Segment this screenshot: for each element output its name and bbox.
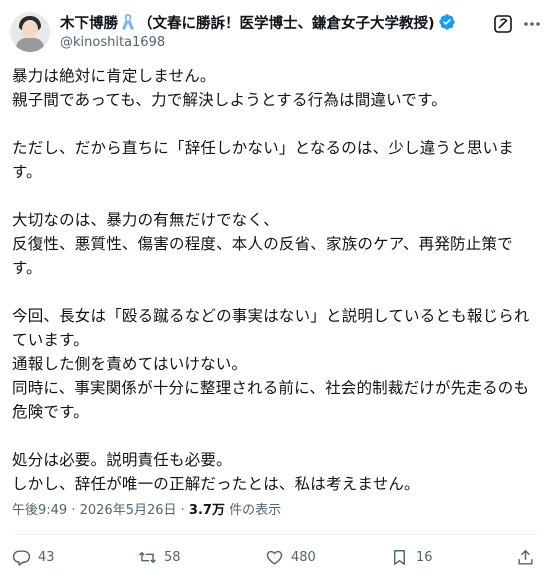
tweet-line: 処分は必要。説明責任も必要。 [12, 451, 232, 469]
tweet-line: 大切なのは、暴力の有無だけでなく、 [12, 211, 279, 229]
grok-icon[interactable] [493, 14, 513, 34]
tweet-line: 親子間であっても、力で解決しようとする行為は間違いです。 [12, 91, 447, 109]
reply-button[interactable]: 43 [12, 548, 55, 567]
retweet-button[interactable]: 58 [138, 548, 181, 567]
tweet-line: す。 [12, 259, 42, 277]
tweet-line: 危険です。 [12, 403, 89, 421]
tweet-line: 通報した側を責めてはいけない。 [12, 355, 248, 373]
avatar[interactable] [10, 12, 50, 52]
tweet-line: 反復性、悪質性、傷害の程度、本人の反省、家族のケア、再発防止策で [12, 235, 513, 253]
meta-separator: · [180, 503, 189, 518]
bookmark-count: 16 [416, 550, 433, 565]
tweet-meta: 午後9:49 · 2026年5月26日 · 3.7万 件の表示 [12, 499, 281, 518]
tweet-line: ただし、だから直ちに「辞任しかない」となるのは、少し違うと思いま [12, 139, 514, 157]
author-name[interactable]: 木下博勝 [60, 12, 118, 33]
tweet-line: す。 [12, 163, 42, 181]
divider [12, 534, 540, 535]
awareness-ribbon-icon [122, 14, 134, 30]
share-button[interactable] [516, 548, 542, 567]
reply-icon [12, 550, 31, 566]
tweet-line: 暴力は絶対に肯定しません。 [12, 67, 216, 85]
more-options-icon[interactable] [522, 14, 542, 34]
tweet-date[interactable]: 2026年5月26日 [80, 503, 177, 518]
retweet-count: 58 [164, 550, 181, 565]
bookmark-button[interactable]: 16 [390, 548, 433, 567]
tweet-text: 暴力は絶対に肯定しません。親子間であっても、力で解決しようとする行為は間違いです… [12, 64, 546, 496]
like-button[interactable]: 480 [265, 548, 316, 567]
heart-icon [266, 550, 283, 565]
tweet-time[interactable]: 午後9:49 [12, 503, 67, 518]
tweet-line: しかし、辞任が唯一の正解だったとは、私は考えません。 [12, 475, 420, 493]
tweet-line: 今回、長女は「殴る蹴るなどの事実はない」と説明しているとも報じられ [12, 307, 530, 325]
tweet-header: 木下博勝 （文春に勝訴！医学博士、鎌倉女子大学教授) @kinoshita169… [0, 0, 552, 64]
like-count: 480 [291, 550, 316, 565]
retweet-icon [139, 551, 156, 564]
meta-separator: · [71, 503, 80, 518]
share-icon [518, 549, 533, 565]
verified-badge-icon [438, 14, 455, 30]
author-handle[interactable]: @kinoshita1698 [60, 35, 165, 50]
author-title: （文春に勝訴！医学博士、鎌倉女子大学教授) [138, 15, 435, 32]
author-name-row[interactable]: 木下博勝 （文春に勝訴！医学博士、鎌倉女子大学教授) [60, 12, 456, 32]
tweet-line: 同時に、事実関係が十分に整理される前に、社会的制裁だけが先走るのも [12, 379, 530, 397]
views-label: 件の表示 [229, 503, 282, 518]
bookmark-icon [394, 550, 405, 565]
reply-count: 43 [38, 550, 55, 565]
view-count: 3.7万 [188, 503, 225, 518]
tweet-line: ています。 [12, 331, 89, 349]
action-bar: 43 58 480 16 [0, 548, 552, 574]
